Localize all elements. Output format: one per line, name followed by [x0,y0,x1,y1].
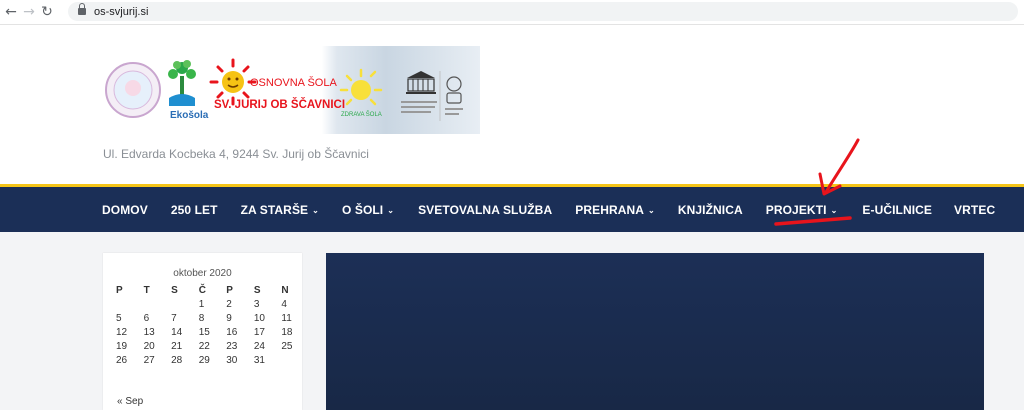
nav-item-domov[interactable]: DOMOV [102,187,148,232]
nav-label: PREHRANA [575,202,645,217]
calendar-day: 9 [226,312,232,324]
calendar-day: 20 [143,340,155,352]
school-banner[interactable]: Ekošola OSNOVNA ŠOLA SV. JURIJ OB ŠČAVNI… [103,46,480,134]
nav-label: ZA STARŠE [240,202,309,217]
calendar-week: 1 2 3 4 [109,297,302,311]
school-address: Ul. Edvarda Kocbeka 4, 9244 Sv. Jurij ob… [103,147,369,161]
calendar-day [109,297,137,311]
calendar-day: 4 [281,298,287,310]
school-sun-icon [209,58,257,106]
nav-item-e-ucilnice[interactable]: E-UČILNICE [862,187,932,232]
calendar-day: 8 [198,312,205,324]
nav-label: PROJEKTI [765,202,827,217]
school-name-line1: OSNOVNA ŠOLA [250,76,337,89]
nav-label: KNJIŽNICA [677,202,743,217]
calendar-day: 16 [226,326,238,338]
zdrava-sola-icon [339,68,383,106]
calendar-prev-link[interactable]: « Sep [117,396,143,407]
calendar-day: 7 [171,312,177,324]
nav-item-prehrana[interactable]: PREHRANA ⌄ [575,187,655,232]
main-navigation: DOMOV 250 LET ZA STARŠE ⌄ O ŠOLI ⌄ SVETOVA… [0,187,1024,232]
menu-list: DOMOV 250 LET ZA STARŠE ⌄ O ŠOLI ⌄ SVETOVA… [102,187,995,232]
chevron-down-icon: ⌄ [312,205,319,215]
calendar-day: 19 [116,340,128,352]
weekday-header: S [253,284,261,296]
calendar-day: 5 [116,312,122,324]
url-text: os-svjurij.si [94,5,149,18]
ekosola-logo-icon [168,60,196,106]
lock-icon [78,3,86,15]
nav-item-vrtec[interactable]: VRTEC [954,187,995,232]
back-icon[interactable]: ← [2,3,20,21]
calendar-day: 18 [281,326,293,338]
forward-icon[interactable]: → [20,3,38,21]
calendar-day: 3 [253,298,260,310]
weekday-header: T [143,284,150,296]
nav-label: SVETOVALNA SLUŽBA [418,202,553,217]
calendar-day [137,297,165,311]
calendar-day: 22 [198,340,210,352]
calendar-widget: oktober 2020 P T S Č P S N 1 2 3 4 5 6 7… [103,253,302,410]
zdrava-sola-label: ZDRAVA ŠOLA [341,111,382,118]
site-header: Ekošola OSNOVNA ŠOLA SV. JURIJ OB ŠČAVNI… [0,25,1024,184]
unesco-logo-icon [401,71,463,121]
calendar-day: 10 [253,312,265,324]
weekday-header: N [281,284,289,296]
calendar-day [274,353,302,367]
calendar-table: P T S Č P S N 1 2 3 4 5 6 7 8 9 10 11 12… [109,283,302,367]
weekday-header: P [116,284,123,296]
reload-icon[interactable]: ↻ [38,3,56,21]
weekday-header: S [171,284,178,296]
calendar-day: 12 [116,326,128,338]
calendar-day: 29 [198,354,210,366]
nav-label: DOMOV [102,202,148,217]
calendar-week: 5 6 7 8 9 10 11 [109,311,302,325]
calendar-day: 6 [143,312,150,324]
calendar-day: 1 [198,298,205,310]
chevron-down-icon: ⌄ [387,205,395,215]
chevron-down-icon: ⌄ [830,205,838,215]
calendar-day: 13 [143,326,155,338]
school-seal-icon [105,62,161,118]
chevron-down-icon: ⌄ [648,205,655,215]
browser-toolbar: ← → ↻ os-svjurij.si [0,0,1024,25]
calendar-week: 26 27 28 29 30 31 [109,353,302,367]
calendar-day: 21 [171,340,183,352]
calendar-day: 27 [143,354,155,366]
calendar-day: 30 [226,354,238,366]
school-name-line2: SV. JURIJ OB ŠČAVNICI [214,98,345,111]
calendar-month: oktober 2020 [173,268,232,279]
calendar-day: 31 [253,354,265,366]
calendar-week: 12 13 14 15 16 17 18 [109,325,302,339]
nav-label: E-UČILNICE [862,202,933,217]
nav-label: 250 LET [170,202,218,217]
ekosola-label: Ekošola [170,110,209,121]
nav-label: VRTEC [954,202,996,217]
address-bar[interactable]: os-svjurij.si [68,2,1018,21]
nav-item-knjiznica[interactable]: KNJIŽNICA [678,187,743,232]
nav-item-za-starse[interactable]: ZA STARŠE ⌄ [241,187,319,232]
nav-label: O ŠOLI [341,202,384,217]
hero-slider[interactable] [326,253,984,410]
calendar-day: 15 [198,326,210,338]
nav-item-svetovalna-sluzba[interactable]: SVETOVALNA SLUŽBA [418,187,552,232]
calendar-day: 11 [281,312,292,324]
calendar-day: 25 [281,340,293,352]
weekday-header: P [226,284,233,296]
calendar-day: 14 [171,326,183,338]
calendar-day: 17 [253,326,265,338]
nav-item-250-let[interactable]: 250 LET [171,187,218,232]
calendar-day: 24 [253,340,265,352]
page-content: oktober 2020 P T S Č P S N 1 2 3 4 5 6 7… [0,232,1024,410]
calendar-day: 28 [171,354,183,366]
banner-logos: Ekošola OSNOVNA ŠOLA SV. JURIJ OB ŠČAVNI… [105,58,463,121]
weekday-header: Č [198,284,206,296]
calendar-day [164,297,192,311]
nav-item-projekti[interactable]: PROJEKTI ⌄ [766,187,838,232]
nav-item-o-soli[interactable]: O ŠOLI ⌄ [342,187,394,232]
calendar-day: 2 [226,298,232,310]
calendar-day: 23 [226,340,238,352]
calendar-week: 19 20 21 22 23 24 25 [109,339,302,353]
calendar-day: 26 [116,354,128,366]
